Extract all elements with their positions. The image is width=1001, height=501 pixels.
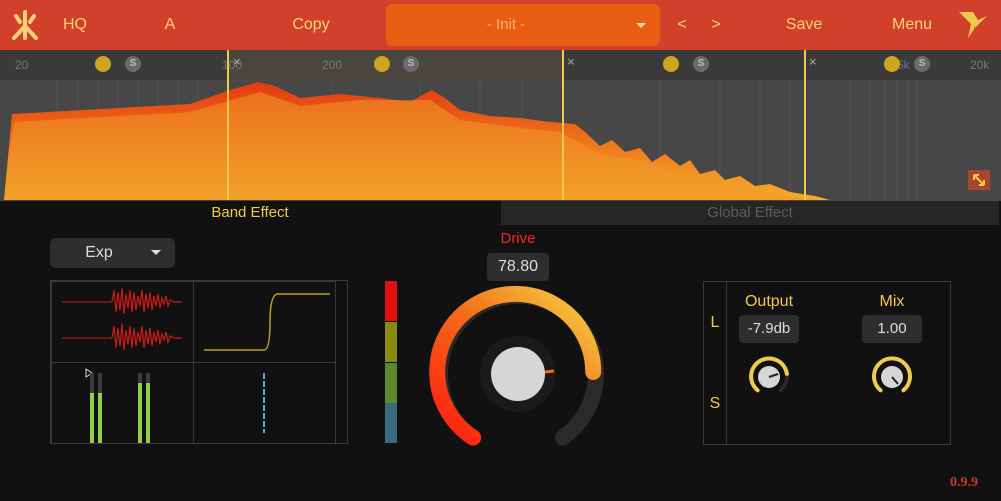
remove-split-icon[interactable]: × bbox=[567, 54, 575, 69]
drive-knob[interactable] bbox=[418, 280, 618, 460]
ab-slot-button[interactable]: A bbox=[155, 0, 185, 50]
drive-label: Drive bbox=[500, 230, 536, 247]
mix-label: Mix bbox=[879, 293, 905, 310]
tab-global-effect[interactable]: Global Effect bbox=[501, 201, 999, 225]
spectrum-analyzer[interactable]: 20 100 200 1k 5k 20k S S S S × × × bbox=[0, 50, 1001, 201]
stereo-scope-view bbox=[193, 362, 336, 444]
freq-tick: 20 bbox=[15, 58, 29, 72]
output-label: Output bbox=[744, 293, 794, 310]
band-4-power-icon[interactable] bbox=[884, 56, 900, 72]
mode-dropdown[interactable]: Exp bbox=[50, 238, 175, 268]
next-preset-button[interactable]: > bbox=[704, 0, 728, 50]
output-knob[interactable] bbox=[744, 352, 794, 402]
menu-button[interactable]: Menu bbox=[882, 0, 942, 50]
waveform-view bbox=[51, 281, 194, 363]
left-channel-button[interactable]: L bbox=[704, 282, 726, 363]
band-3-solo-button[interactable]: S bbox=[693, 56, 709, 72]
mix-knob[interactable] bbox=[867, 352, 917, 402]
band-4-solo-button[interactable]: S bbox=[914, 56, 930, 72]
brand-logo-icon bbox=[959, 12, 987, 38]
band-2-solo-button[interactable]: S bbox=[403, 56, 419, 72]
stereo-mode-selector: L S bbox=[704, 282, 727, 444]
remove-split-icon[interactable]: × bbox=[233, 54, 241, 69]
level-meter-view bbox=[51, 362, 194, 444]
drive-value[interactable]: 78.80 bbox=[487, 253, 549, 281]
output-panel: L S Output -7.9db Mix 1.00 bbox=[703, 281, 951, 445]
transfer-curve-view bbox=[193, 281, 336, 363]
mix-value[interactable]: 1.00 bbox=[862, 315, 922, 343]
fire-logo-icon bbox=[12, 10, 38, 40]
spectrum-graph bbox=[0, 50, 1001, 201]
band-color-swatch bbox=[385, 403, 397, 443]
prev-preset-button[interactable]: < bbox=[670, 0, 694, 50]
band-split-handle[interactable] bbox=[804, 50, 806, 200]
band-1-solo-button[interactable]: S bbox=[125, 56, 141, 72]
band-split-handle[interactable] bbox=[562, 50, 564, 200]
remove-split-icon[interactable]: × bbox=[809, 54, 817, 69]
preset-name: - Init - bbox=[486, 16, 526, 33]
band-color-swatch bbox=[385, 363, 397, 403]
visualizer-panel bbox=[50, 280, 397, 444]
output-value[interactable]: -7.9db bbox=[739, 315, 799, 343]
band-3-power-icon[interactable] bbox=[663, 56, 679, 72]
band-1-power-icon[interactable] bbox=[95, 56, 111, 72]
expand-icon[interactable] bbox=[968, 170, 990, 190]
tab-band-effect[interactable]: Band Effect bbox=[0, 201, 500, 225]
band-color-swatch bbox=[385, 322, 397, 362]
band-2-power-icon[interactable] bbox=[374, 56, 390, 72]
band-color-swatch bbox=[385, 281, 397, 321]
side-channel-button[interactable]: S bbox=[704, 363, 726, 444]
copy-button[interactable]: Copy bbox=[280, 0, 342, 50]
hq-button[interactable]: HQ bbox=[55, 0, 95, 50]
freq-tick: 200 bbox=[322, 58, 343, 72]
save-button[interactable]: Save bbox=[775, 0, 833, 50]
top-bar: HQ A Copy - Init - < > Save Menu bbox=[0, 0, 1001, 50]
preset-dropdown[interactable]: - Init - bbox=[386, 4, 660, 46]
version-label: 0.9.9 bbox=[950, 475, 978, 490]
chevron-down-icon bbox=[636, 23, 646, 28]
freq-tick: 20k bbox=[970, 58, 990, 72]
mode-value: Exp bbox=[85, 244, 113, 261]
band-split-handle[interactable] bbox=[227, 50, 229, 200]
chevron-down-icon bbox=[151, 250, 161, 255]
